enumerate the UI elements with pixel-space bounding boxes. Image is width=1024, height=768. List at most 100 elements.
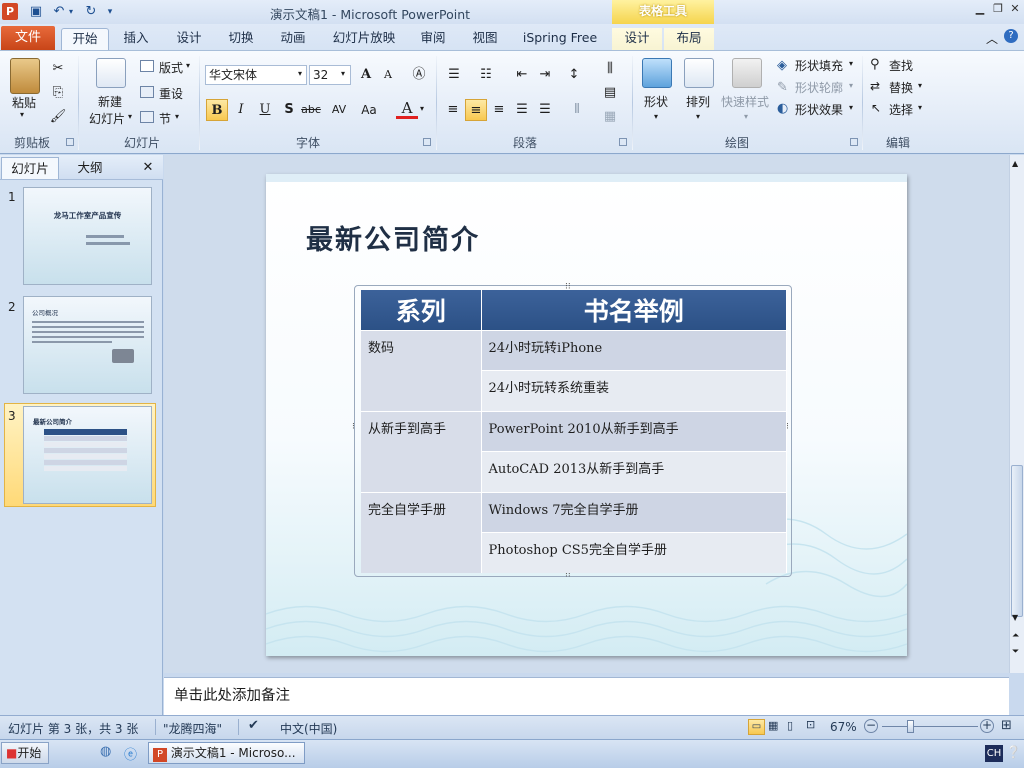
paragraph-launcher-icon[interactable] [619, 138, 627, 146]
select-dropdown-icon[interactable]: ▾ [918, 103, 922, 112]
bold-button[interactable]: B [206, 99, 228, 121]
cut-icon[interactable]: ✂ [47, 58, 69, 80]
reset-button[interactable]: 重设 [159, 85, 183, 102]
arrange-dropdown-icon[interactable]: ▾ [696, 112, 700, 121]
zoom-out-icon[interactable]: − [864, 719, 878, 733]
distributed-icon[interactable]: ☰ [534, 99, 556, 121]
slide-title[interactable]: 最新公司简介 [306, 218, 480, 257]
section-icon[interactable] [140, 111, 154, 123]
change-case-button[interactable]: Aa [358, 99, 380, 121]
next-slide-icon[interactable]: ⏷ [1012, 647, 1019, 657]
font-name-box[interactable]: 华文宋体 [205, 65, 307, 85]
minimize-icon[interactable]: ▁ [972, 2, 988, 16]
strikethrough-button[interactable]: abc [300, 99, 322, 121]
shapes-button[interactable]: 形状 [644, 93, 668, 110]
arrange-icon[interactable] [684, 58, 714, 88]
shape-outline-icon[interactable]: ✎ [777, 80, 793, 95]
drawing-launcher-icon[interactable] [850, 138, 858, 146]
scroll-down-icon[interactable]: ▼ [1012, 613, 1018, 622]
slide-sorter-icon[interactable]: ▦ [768, 719, 778, 732]
table-cell-book[interactable]: PowerPoint 2010从新手到高手 [481, 410, 787, 452]
shrink-font-button[interactable]: A [377, 64, 399, 86]
normal-view-icon[interactable]: ▭ [748, 719, 765, 735]
reset-icon[interactable] [140, 86, 154, 98]
align-center-icon[interactable]: ≡ [465, 99, 487, 121]
vertical-scrollbar[interactable]: ▲ ▼ ⏶ ⏷ [1009, 155, 1024, 673]
tab-insert[interactable]: 插入 [114, 28, 158, 51]
table-header-book[interactable]: 书名举例 [481, 290, 787, 330]
line-spacing-icon[interactable]: ↕ [563, 64, 585, 86]
slide-thumbnail-3[interactable]: 最新公司简介 [23, 406, 152, 504]
align-right-icon[interactable]: ≡ [488, 99, 510, 121]
zoom-level[interactable]: 67% [830, 720, 857, 734]
scrollbar-thumb[interactable] [1011, 465, 1023, 617]
spellcheck-icon[interactable]: ✔ [248, 718, 259, 733]
find-icon[interactable]: ⚲ [870, 57, 880, 72]
theme-name[interactable]: "龙腾四海" [163, 720, 222, 737]
section-dropdown-icon[interactable]: ▾ [175, 112, 179, 121]
ime-indicator[interactable]: CH [985, 745, 1003, 762]
help-icon[interactable]: ? [1004, 29, 1018, 43]
table-cell-book[interactable]: 24小时玩转iPhone [481, 329, 787, 371]
start-button[interactable]: ■开始 [1, 742, 49, 764]
grow-font-button[interactable]: A [355, 64, 377, 86]
tab-outline-panel[interactable]: 大纲 [64, 157, 116, 179]
table-cell-book[interactable]: Windows 7完全自学手册 [481, 491, 787, 533]
clipboard-launcher-icon[interactable] [66, 138, 74, 146]
tab-view[interactable]: 视图 [463, 28, 507, 51]
char-spacing-button[interactable]: AV [328, 99, 350, 121]
decrease-indent-icon[interactable]: ⇤ [511, 64, 533, 86]
layout-icon[interactable] [140, 60, 154, 72]
smartart-icon[interactable]: ▦ [599, 106, 621, 128]
shape-outline-button[interactable]: 形状轮廓 [795, 79, 843, 96]
align-left-icon[interactable]: ≡ [442, 99, 464, 121]
table-cell-book[interactable]: Photoshop CS5完全自学手册 [481, 532, 787, 573]
restore-icon[interactable]: ❐ [990, 2, 1006, 16]
text-direction-icon[interactable]: ⫼ [599, 58, 621, 80]
clear-format-icon[interactable]: Ⓐ [408, 64, 430, 86]
underline-button[interactable]: U [254, 99, 276, 121]
tab-design[interactable]: 设计 [167, 28, 211, 51]
bullets-icon[interactable]: ☰ [443, 64, 465, 86]
tab-ispring[interactable]: iSpring Free [516, 28, 604, 51]
new-slide-label-2[interactable]: 幻灯片 [89, 110, 125, 127]
shapes-icon[interactable] [642, 58, 672, 88]
italic-button[interactable]: I [230, 99, 252, 121]
layout-dropdown-icon[interactable]: ▾ [186, 61, 190, 70]
paste-button[interactable]: 粘贴 [12, 94, 36, 111]
replace-dropdown-icon[interactable]: ▾ [918, 81, 922, 90]
paste-dropdown-icon[interactable]: ▾ [20, 110, 24, 119]
help-tray-icon[interactable]: ❔ [1006, 745, 1021, 759]
format-painter-icon[interactable]: 🖌 [47, 106, 69, 128]
minimize-ribbon-icon[interactable]: ︿ [986, 30, 998, 47]
tab-table-design[interactable]: 设计 [612, 28, 662, 51]
columns-icon[interactable]: ⫴ [566, 99, 588, 121]
shapes-dropdown-icon[interactable]: ▾ [654, 112, 658, 121]
table-cell-series[interactable]: 完全自学手册 [361, 491, 482, 573]
font-launcher-icon[interactable] [423, 138, 431, 146]
zoom-slider-track[interactable] [882, 726, 978, 727]
zoom-in-icon[interactable]: + [980, 719, 994, 733]
tab-review[interactable]: 审阅 [411, 28, 455, 51]
paste-icon[interactable] [10, 58, 40, 94]
zoom-slider-handle[interactable] [907, 720, 914, 733]
quick-styles-button[interactable]: 快速样式 [721, 93, 769, 110]
previous-slide-icon[interactable]: ⏶ [1012, 631, 1019, 641]
layout-button[interactable]: 版式 [159, 59, 183, 76]
slide-thumbnail-1[interactable]: 龙马工作室产品宣传 [23, 187, 152, 285]
shape-effects-icon[interactable]: ◐ [777, 101, 793, 116]
replace-button[interactable]: 替换 [889, 79, 913, 96]
notes-pane[interactable]: 单击此处添加备注 [164, 677, 1009, 715]
select-icon[interactable]: ↖ [871, 101, 881, 115]
table-row[interactable]: 从新手到高手 PowerPoint 2010从新手到高手 [361, 410, 787, 492]
table-header-series[interactable]: 系列 [361, 290, 482, 330]
arrange-button[interactable]: 排列 [686, 93, 710, 110]
table-cell-series[interactable]: 从新手到高手 [361, 410, 482, 492]
shape-fill-dropdown-icon[interactable]: ▾ [849, 59, 853, 68]
increase-indent-icon[interactable]: ⇥ [534, 64, 556, 86]
table-row[interactable]: 数码 24小时玩转iPhone [361, 329, 787, 411]
new-slide-dropdown-icon[interactable]: ▾ [128, 112, 132, 121]
tab-table-layout[interactable]: 布局 [664, 28, 714, 51]
font-name-dropdown-icon[interactable]: ▾ [298, 69, 302, 78]
replace-icon[interactable]: ⇄ [870, 79, 880, 93]
